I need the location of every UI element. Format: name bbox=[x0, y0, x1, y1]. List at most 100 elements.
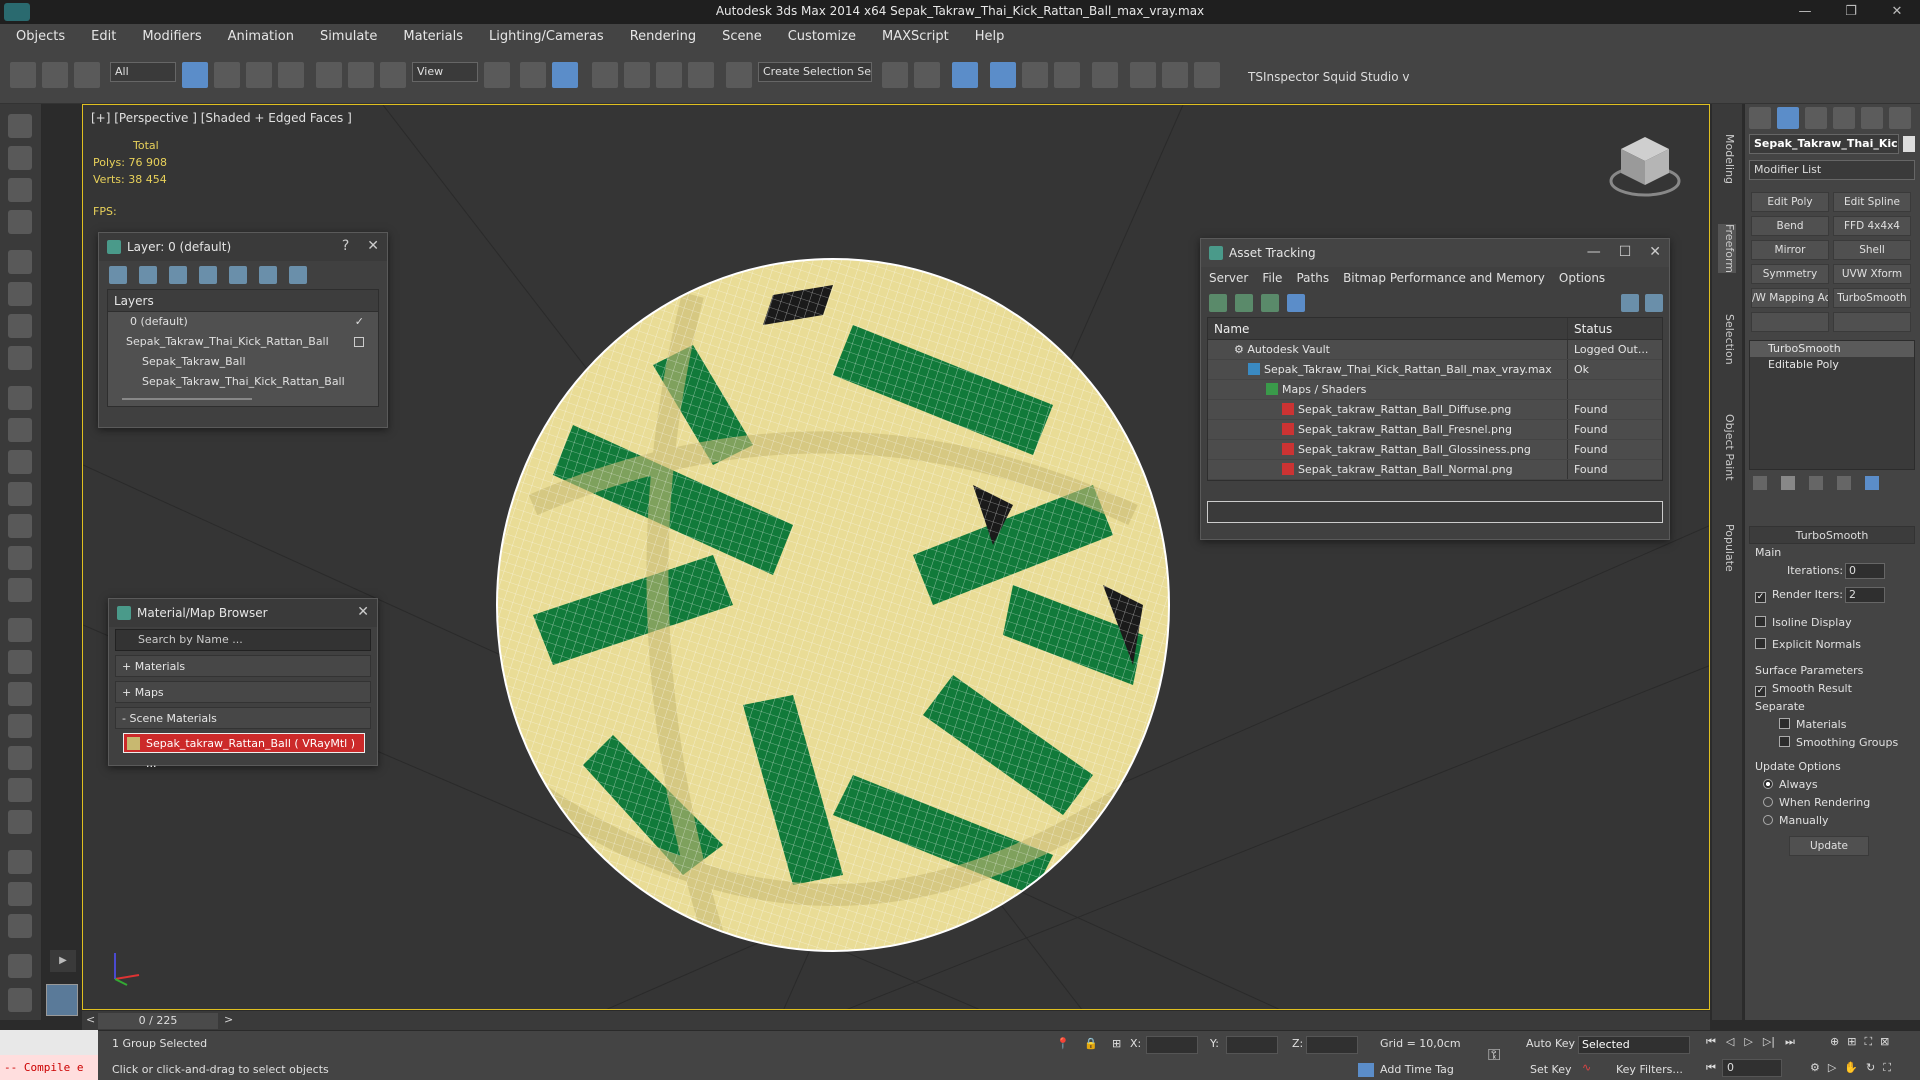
pin-stack-icon[interactable] bbox=[1753, 476, 1767, 490]
smooth-result-row[interactable]: ✓ Smooth Result bbox=[1755, 682, 1852, 697]
table-row[interactable]: ⚙ Autodesk Vault Logged Out... bbox=[1208, 340, 1662, 360]
percent-snap-icon[interactable] bbox=[656, 62, 682, 88]
menu-scene[interactable]: Scene bbox=[722, 29, 762, 44]
maxscript-listener[interactable]: -- Compile e bbox=[0, 1030, 98, 1080]
smooth-result-checkbox[interactable]: ✓ bbox=[1755, 686, 1766, 697]
maximize-button[interactable]: ❐ bbox=[1828, 0, 1874, 24]
fov-icon[interactable]: ▷ bbox=[1828, 1061, 1836, 1075]
object-color-swatch[interactable] bbox=[1903, 136, 1915, 152]
select-manipulate-icon[interactable] bbox=[520, 62, 546, 88]
table-row[interactable]: Sepak_takraw_Rattan_Ball_Diffuse.png Fou… bbox=[1208, 400, 1662, 420]
rectangular-selection-icon[interactable] bbox=[246, 62, 272, 88]
asset-path-field[interactable] bbox=[1207, 501, 1663, 523]
orbit-icon[interactable]: ↻ bbox=[1866, 1061, 1875, 1075]
isoline-display-row[interactable]: Isoline Display bbox=[1755, 616, 1852, 629]
material-browser-titlebar[interactable]: Material/Map Browser ✕ bbox=[109, 599, 377, 627]
select-in-layer-icon[interactable] bbox=[199, 266, 217, 284]
transform-mode-icon[interactable]: ⊞ bbox=[1112, 1037, 1121, 1050]
table-row[interactable]: Sepak_takraw_Rattan_Ball_Fresnel.png Fou… bbox=[1208, 420, 1662, 440]
lock-icon[interactable]: 🔒 bbox=[1084, 1037, 1098, 1050]
maps-section[interactable]: + Maps bbox=[115, 681, 371, 703]
help-icon[interactable] bbox=[8, 988, 32, 1012]
menu-lighting-cameras[interactable]: Lighting/Cameras bbox=[489, 29, 604, 44]
tab-modeling[interactable]: Modeling bbox=[1718, 134, 1736, 184]
zoom-extents-icon[interactable]: ⛶ bbox=[1864, 1035, 1872, 1049]
render-teapot-icon[interactable] bbox=[1194, 62, 1220, 88]
separate-materials-row[interactable]: Materials bbox=[1779, 718, 1846, 731]
tab-object-paint[interactable]: Object Paint bbox=[1718, 414, 1736, 481]
hand-icon[interactable] bbox=[8, 482, 32, 506]
grid-icon[interactable] bbox=[8, 210, 32, 234]
asset-help-icon[interactable] bbox=[1621, 294, 1639, 312]
modifier-list-dropdown[interactable]: Modifier List bbox=[1749, 160, 1915, 180]
material-search-input[interactable]: Search by Name ... bbox=[115, 629, 371, 651]
zoom-icon[interactable]: ⊕ bbox=[1830, 1035, 1839, 1049]
y-coordinate-field[interactable] bbox=[1226, 1036, 1278, 1054]
empty-modifier-button[interactable] bbox=[1751, 312, 1829, 332]
isoline-checkbox[interactable] bbox=[1755, 616, 1766, 627]
motion-tab-icon[interactable] bbox=[1833, 107, 1855, 129]
tree-view-icon[interactable] bbox=[1261, 294, 1279, 312]
set-key-button[interactable]: Set Key bbox=[1530, 1063, 1572, 1076]
remove-modifier-icon[interactable] bbox=[1837, 476, 1851, 490]
atom-icon[interactable] bbox=[8, 682, 32, 706]
scale-icon[interactable] bbox=[380, 62, 406, 88]
show-end-result-icon[interactable] bbox=[1781, 476, 1795, 490]
explicit-normals-row[interactable]: Explicit Normals bbox=[1755, 638, 1861, 651]
rattan-ball-model[interactable] bbox=[493, 255, 1173, 955]
table-view-icon[interactable] bbox=[1287, 294, 1305, 312]
configure-sets-icon[interactable] bbox=[1865, 476, 1879, 490]
update-always-row[interactable]: Always bbox=[1763, 778, 1818, 791]
display-tab-icon[interactable] bbox=[1861, 107, 1883, 129]
go-to-start-icon[interactable]: ⏮ bbox=[1706, 1035, 1716, 1049]
asset-menu-file[interactable]: File bbox=[1262, 271, 1282, 285]
mirror-icon[interactable] bbox=[882, 62, 908, 88]
stack-item-turbosmooth[interactable]: TurboSmooth bbox=[1750, 341, 1914, 357]
asset-pin-icon[interactable] bbox=[1645, 294, 1663, 312]
select-link-icon[interactable] bbox=[10, 62, 36, 88]
asset-menu-paths[interactable]: Paths bbox=[1296, 271, 1329, 285]
asset-close-button[interactable]: ✕ bbox=[1649, 244, 1661, 260]
schematic-view-icon[interactable] bbox=[1092, 62, 1118, 88]
menu-materials[interactable]: Materials bbox=[403, 29, 463, 44]
explicit-normals-checkbox[interactable] bbox=[1755, 638, 1766, 649]
create-tab-icon[interactable] bbox=[1749, 107, 1771, 129]
hierarchy-tab-icon[interactable] bbox=[1805, 107, 1827, 129]
reference-coordinate-dropdown[interactable]: View bbox=[412, 62, 478, 82]
iterations-spinner[interactable]: 0 bbox=[1845, 563, 1885, 579]
default-tangents-icon[interactable]: ∿ bbox=[1582, 1061, 1591, 1074]
close-button[interactable]: ✕ bbox=[1874, 0, 1920, 24]
time-slider[interactable]: 0 / 225 bbox=[98, 1013, 218, 1029]
turbosmooth-rollout-header[interactable]: TurboSmooth bbox=[1749, 526, 1915, 544]
play-icon[interactable]: ▷ bbox=[1744, 1035, 1752, 1049]
stack-item-editable-poly[interactable]: Editable Poly bbox=[1750, 357, 1914, 373]
layer-manager-icon[interactable] bbox=[990, 62, 1016, 88]
edit-poly-button[interactable]: Edit Poly bbox=[1751, 192, 1829, 212]
z-coordinate-field[interactable] bbox=[1306, 1036, 1358, 1054]
select-object-icon[interactable] bbox=[182, 62, 208, 88]
asset-menu-server[interactable]: Server bbox=[1209, 271, 1248, 285]
snap-tool-icon[interactable] bbox=[8, 114, 32, 138]
shell-icon[interactable] bbox=[8, 810, 32, 834]
layer-row[interactable]: Sepak_Takraw_Thai_Kick_Rattan_Ball bbox=[108, 372, 378, 392]
asset-window-titlebar[interactable]: Asset Tracking — ☐ ✕ bbox=[1201, 239, 1669, 267]
symmetry-button[interactable]: Symmetry bbox=[1751, 264, 1829, 284]
rotate-icon[interactable] bbox=[348, 62, 374, 88]
update-button[interactable]: Update bbox=[1789, 836, 1869, 856]
go-to-end-icon[interactable]: ⏭ bbox=[1785, 1035, 1795, 1049]
layer-row[interactable]: Sepak_Takraw_Thai_Kick_Rattan_Ball bbox=[108, 332, 378, 352]
table-row[interactable]: Sepak_takraw_Rattan_Ball_Normal.png Foun… bbox=[1208, 460, 1662, 480]
sun-icon[interactable] bbox=[8, 546, 32, 570]
material-editor-icon[interactable] bbox=[1130, 62, 1156, 88]
edit-spline-button[interactable]: Edit Spline bbox=[1833, 192, 1911, 212]
menu-maxscript[interactable]: MAXScript bbox=[882, 29, 949, 44]
render-iters-spinner[interactable]: 2 bbox=[1845, 587, 1885, 603]
next-frame-button[interactable]: > bbox=[224, 1013, 233, 1026]
pivot-center-icon[interactable] bbox=[484, 62, 510, 88]
minimize-button[interactable]: — bbox=[1782, 0, 1828, 24]
manually-radio[interactable] bbox=[1763, 815, 1773, 825]
layer-scrollbar[interactable] bbox=[108, 392, 378, 406]
asset-menu-bitmap[interactable]: Bitmap Performance and Memory bbox=[1343, 271, 1545, 285]
hemisphere-icon[interactable] bbox=[8, 418, 32, 442]
render-frame-icon[interactable] bbox=[8, 146, 32, 170]
